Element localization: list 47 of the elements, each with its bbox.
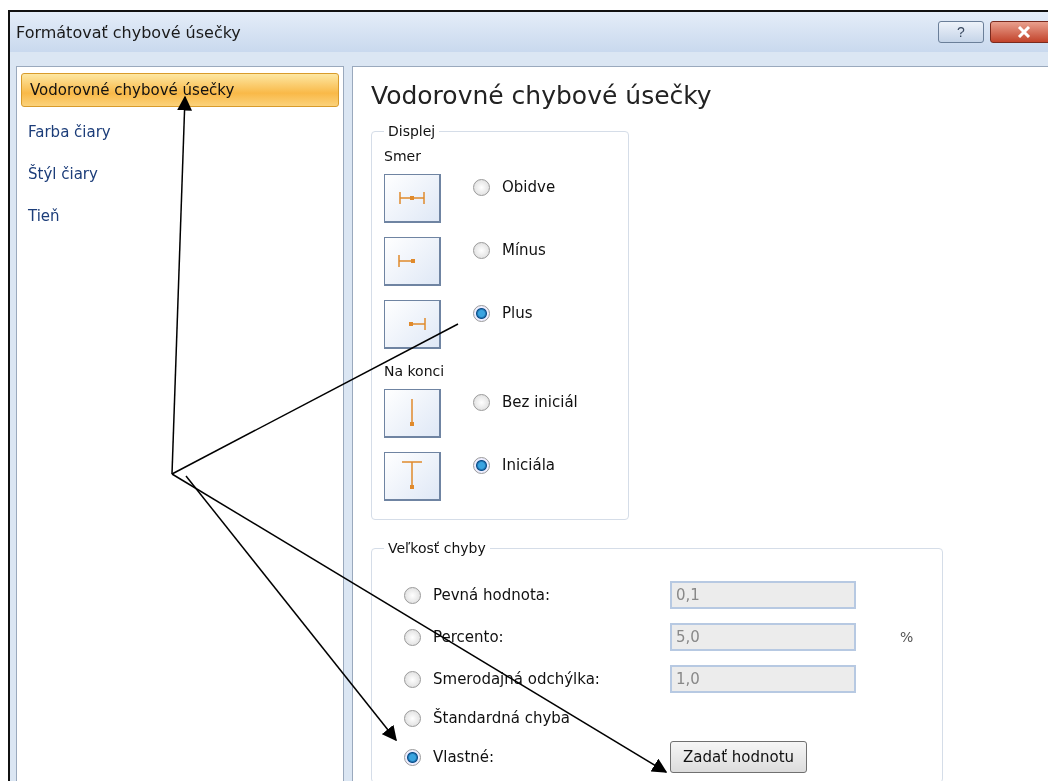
radio-option[interactable]: Bez iniciál: [473, 393, 578, 411]
radio-button[interactable]: [473, 304, 490, 322]
radio-option[interactable]: Iniciála: [473, 456, 556, 474]
option-label: Bez iniciál: [502, 393, 578, 411]
sidebar-item[interactable]: Štýl čiary: [21, 157, 339, 191]
unit-label: %: [900, 629, 914, 645]
radio-option[interactable]: Štandardná chyba: [384, 709, 670, 727]
group-label: Na konci: [384, 363, 446, 379]
radio-button[interactable]: [404, 709, 421, 727]
radio-button[interactable]: [473, 241, 490, 259]
help-button[interactable]: ?: [938, 21, 984, 43]
style-button[interactable]: [384, 389, 441, 438]
style-button[interactable]: [384, 174, 441, 223]
radio-option[interactable]: Vlastné:: [384, 748, 670, 766]
window-title: Formátovať chybové úsečky: [16, 22, 242, 42]
option-label: Vlastné:: [433, 748, 495, 766]
style-button[interactable]: [384, 300, 441, 349]
radio-button[interactable]: [473, 178, 490, 196]
radio-option[interactable]: Mínus: [473, 241, 546, 259]
specify-value-button[interactable]: Zadať hodnotu: [670, 741, 808, 773]
option-label: Iniciála: [502, 456, 556, 474]
radio-option[interactable]: Plus: [473, 304, 533, 322]
minus-direction-icon: [398, 254, 416, 268]
group-title: Displej: [387, 123, 437, 139]
close-icon: [1017, 26, 1031, 38]
no-cap-icon: [407, 398, 417, 428]
cap-icon: [401, 461, 423, 491]
group-label: Smer: [384, 148, 422, 164]
option-label: Plus: [502, 304, 533, 322]
option-label: Mínus: [502, 241, 546, 259]
radio-button[interactable]: [473, 393, 490, 411]
sidebar-item[interactable]: Tieň: [21, 199, 339, 233]
radio-button[interactable]: [404, 748, 421, 766]
option-label: Pevná hodnota:: [433, 586, 551, 604]
option-label: Štandardná chyba: [433, 709, 571, 727]
both-directions-icon: [398, 191, 426, 205]
sidebar-item[interactable]: Farba čiary: [21, 115, 339, 149]
option-label: Obidve: [502, 178, 556, 196]
radio-button[interactable]: [473, 456, 490, 474]
plus-direction-icon: [408, 317, 426, 331]
sidebar-item[interactable]: Vodorovné chybové úsečky: [21, 73, 339, 107]
radio-option[interactable]: Obidve: [473, 178, 556, 196]
group-title: Veľkosť chyby: [387, 540, 487, 556]
style-button[interactable]: [384, 237, 441, 286]
style-button[interactable]: [384, 452, 441, 501]
panel-title: Vodorovné chybové úsečky: [371, 81, 713, 111]
close-button[interactable]: [990, 21, 1048, 43]
